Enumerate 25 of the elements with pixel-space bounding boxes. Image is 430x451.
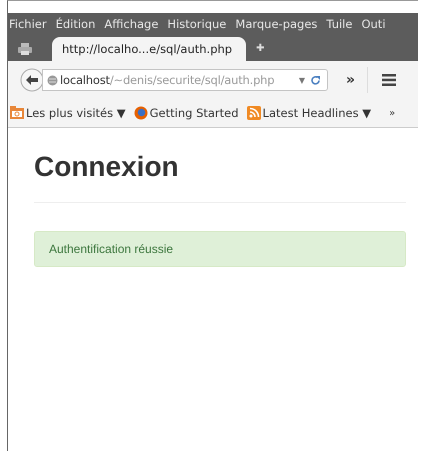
menu-item[interactable]: Affichage <box>104 17 158 32</box>
printer-icon[interactable] <box>18 43 32 55</box>
bookmark-link[interactable]: Getting Started <box>150 106 239 120</box>
browser-tab[interactable]: http://localho...e/sql/auth.php <box>52 37 246 61</box>
url-text: localhost/~denis/securite/sql/auth.php <box>60 73 276 87</box>
overflow-button[interactable]: » <box>346 72 356 88</box>
success-alert: Authentification réussie <box>34 231 406 267</box>
globe-icon[interactable] <box>47 74 58 86</box>
page-heading: Connexion <box>34 150 180 184</box>
menu-item[interactable]: Marque-pages <box>235 17 318 32</box>
menu-item[interactable]: Historique <box>167 17 226 32</box>
reload-icon[interactable] <box>310 74 321 86</box>
menu-item[interactable]: Tuile <box>326 17 352 32</box>
menu-item[interactable]: Outi <box>361 17 386 32</box>
globe-icon <box>134 106 148 120</box>
bookmark-link[interactable]: Les plus visités ▼ <box>26 106 126 120</box>
overflow-button[interactable]: » <box>389 108 396 118</box>
menu-item[interactable]: Fichier <box>9 17 47 32</box>
address-bar[interactable]: localhost/~denis/securite/sql/auth.php ▼ <box>42 69 328 91</box>
rss-icon <box>246 106 261 120</box>
dropdown-arrow[interactable]: ▼ <box>298 76 305 84</box>
new-tab-button[interactable]: ✚ <box>256 43 264 54</box>
bookmark-link[interactable]: Latest Headlines ▼ <box>262 106 372 120</box>
menu-icon[interactable] <box>382 74 396 86</box>
menu-item[interactable]: Édition <box>56 17 96 32</box>
